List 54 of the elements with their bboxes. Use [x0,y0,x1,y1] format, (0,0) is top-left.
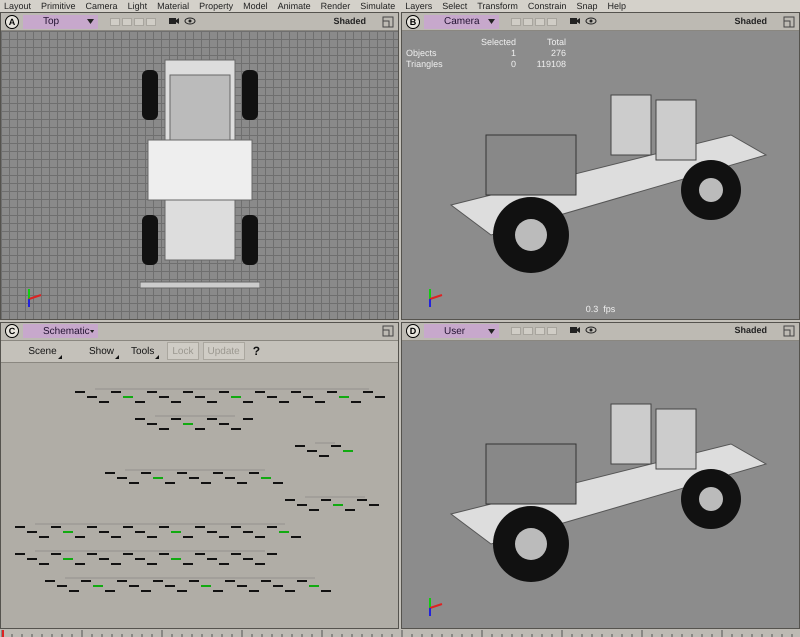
schematic-toolbar-button[interactable]: Tools [127,342,164,360]
display-mode-menu[interactable]: Shaded [734,14,767,28]
stats-label: Triangles [406,59,444,70]
viewport-view-menu[interactable]: Schematic [23,324,98,338]
menu-item[interactable]: Light [128,1,148,11]
eye-icon[interactable] [585,326,597,336]
menu-item[interactable]: Render [320,1,350,11]
maximize-icon[interactable] [783,325,795,337]
menu-item[interactable]: Transform [477,1,518,11]
maximize-icon[interactable] [783,16,795,28]
maximize-icon[interactable] [382,16,394,28]
stats-label: Objects [406,48,438,59]
stats-header: Total [546,37,566,48]
menu-item[interactable]: Material [157,1,190,11]
eye-icon[interactable] [184,16,196,26]
stats-value: 0 [510,59,516,70]
viewport-letter: A [5,14,19,28]
schematic-toolbar-button[interactable]: Scene [9,342,81,360]
caret-icon [488,19,495,24]
stats-value: 1 [510,48,516,59]
stats-value: 119108 [536,59,566,70]
display-mode-menu[interactable]: Shaded [333,14,366,28]
menu-item[interactable]: Layers [405,1,432,11]
camera-icon[interactable] [569,16,581,26]
display-mode-menu[interactable]: Shaded [734,324,767,338]
stats-header: Selected [480,37,516,48]
schematic-toolbar-button[interactable]: ? [248,342,264,360]
menu-item[interactable]: Animate [278,1,311,11]
menu-item[interactable]: Layout [4,1,32,11]
eye-icon[interactable] [585,16,597,26]
viewport-view-menu[interactable]: Camera [424,14,499,28]
menu-item[interactable]: Property [199,1,234,11]
maximize-icon[interactable] [382,325,394,337]
fps-counter: 0.3 fps [586,303,616,316]
menu-item[interactable]: Select [442,1,468,11]
menu-item[interactable]: Snap [576,1,598,11]
menu-item[interactable]: Help [607,1,626,11]
caret-icon [488,328,495,334]
caret-icon [90,328,94,334]
viewport-view-menu[interactable]: User [424,324,499,338]
caret-icon [87,19,94,24]
menu-item[interactable]: Constrain [528,1,566,11]
menu-item[interactable]: Simulate [360,1,396,11]
viewport-letter: B [406,14,420,28]
camera-icon[interactable] [168,16,180,26]
stats-value: 276 [550,48,566,59]
camera-icon[interactable] [569,326,581,336]
menu-item[interactable]: Model [243,1,268,11]
schematic-toolbar-button[interactable]: Show [85,342,124,360]
viewport-view-menu[interactable]: Top [23,14,98,28]
menu-item[interactable]: Primitive [41,1,76,11]
viewport-letter: D [406,324,420,338]
viewport-letter: C [5,324,19,338]
menu-item[interactable]: Camera [86,1,118,11]
